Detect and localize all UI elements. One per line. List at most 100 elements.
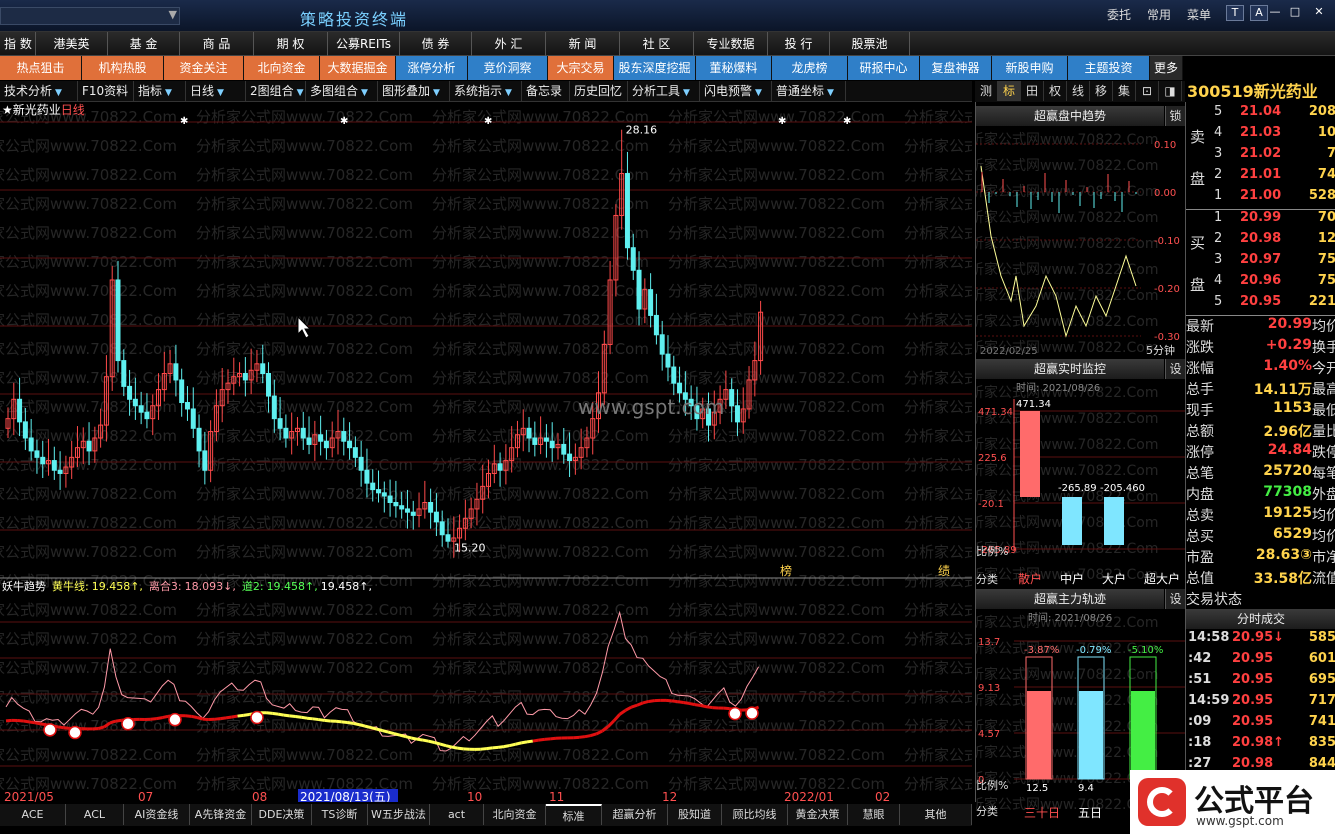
indicator-tab[interactable]: AI资金线 [124,804,190,825]
intraday-period[interactable]: 5分钟 [1146,343,1175,357]
toolbar-item[interactable]: 日线 ▼ [186,81,246,101]
toolbar-item[interactable]: F10资料 [78,81,134,101]
right-tab[interactable]: 线 [1067,81,1090,101]
feature-menu-item[interactable]: 资金关注 [164,56,244,80]
mainforce-settings-button[interactable]: 设 [1165,589,1185,609]
monitor-chart[interactable]: 分析家公式网www.70822.Com分析家公式网www.70822.Com分析… [976,379,1186,587]
sell-level-row[interactable]: 4 21.03 10 [1186,125,1335,146]
sell-level-row[interactable]: 1 21.00 528 [1186,188,1335,209]
buy-level-row[interactable]: 3 20.97 75 [1186,252,1335,273]
market-menu-item[interactable]: 港美英 [36,32,108,56]
market-menu-item[interactable]: 商 品 [180,32,254,56]
toolbar-item[interactable]: 指标 ▼ [134,81,186,101]
menu-link[interactable]: 菜单 [1187,6,1211,23]
right-tab[interactable]: ⊡ [1136,81,1159,101]
feature-menu-item[interactable]: 热点狙击 [0,56,82,80]
indicator-tab[interactable]: A先锋资金 [190,804,252,825]
tab-thirty-day[interactable]: 三十日 [1024,806,1060,820]
background-watermark: 分析家公式网www.70822.Com [196,456,413,474]
maximize-icon[interactable]: □ [1286,5,1304,21]
right-tab[interactable]: 测 [975,81,998,101]
market-menu-item[interactable]: 新 闻 [546,32,620,56]
kline-chart-svg[interactable]: 分析家公式网www.70822.Com 分析家公式网www.70822.Com 分析… [0,102,1121,804]
toolbar-item[interactable]: 系统指示 ▼ [450,81,522,101]
market-menu-item[interactable]: 债 券 [400,32,472,56]
market-menu-item[interactable]: 外 汇 [472,32,546,56]
feature-menu-item[interactable]: 新股申购 [992,56,1068,80]
market-menu-item[interactable]: 公募REITs [328,32,400,56]
indicator-tab[interactable]: 超赢分析 [602,804,668,825]
order-link[interactable]: 委托 [1107,6,1131,23]
intraday-chart[interactable]: 分析家公式网www.70822.Com 分析家公式网www.70822.Com 分析… [976,126,1186,358]
market-menu-item[interactable]: 投 行 [768,32,830,56]
right-tab[interactable]: 标 [998,81,1021,101]
indicator-tab[interactable]: W五步战法 [368,804,430,825]
toolbar-item[interactable]: 技术分析 ▼ [0,81,78,101]
feature-menu-item[interactable]: 董秘爆料 [696,56,772,80]
buy-level-row[interactable]: 4 20.96 75 [1186,273,1335,294]
right-tab[interactable]: 集 [1113,81,1136,101]
feature-menu-item[interactable]: 主题投资 [1068,56,1150,80]
chevron-down-icon: ▼ [683,88,690,98]
monitor-settings-button[interactable]: 设 [1165,359,1185,379]
feature-menu-item[interactable]: 涨停分析 [396,56,468,80]
background-watermark: 分析家公式网www.70822.Com [432,137,649,155]
toolbar-item[interactable]: 普通坐标 ▼ [772,81,846,101]
minimize-icon[interactable]: — [1266,5,1284,21]
t-button[interactable]: T [1226,5,1244,21]
indicator-tab[interactable]: ACL [66,804,124,825]
indicator-tab[interactable]: 慧眼 [848,804,900,825]
indicator-tab[interactable]: ACE [0,804,66,825]
indicator-tab[interactable]: 股知道 [668,804,722,825]
indicator-tab[interactable]: TS诊断 [312,804,368,825]
right-tab[interactable]: ◨ [1159,81,1182,101]
sell-level-row[interactable]: 3 21.02 7 [1186,146,1335,167]
buy-level-row[interactable]: 5 20.95 221 [1186,294,1335,315]
toolbar-item[interactable]: 图形叠加 ▼ [378,81,450,101]
buy-level-row[interactable]: 1 20.99 70 [1186,210,1335,231]
common-link[interactable]: 常用 [1147,6,1171,23]
feature-menu-item[interactable]: 龙虎榜 [772,56,848,80]
tab-five-day[interactable]: 五日 [1078,806,1102,820]
right-tab[interactable]: 移 [1090,81,1113,101]
feature-menu-item[interactable]: 机构热股 [82,56,164,80]
feature-menu-item[interactable]: 研报中心 [848,56,920,80]
market-menu-item[interactable]: 社 区 [620,32,694,56]
lock-button[interactable]: 锁 [1165,106,1185,126]
indicator-tab[interactable]: act [430,804,484,825]
indicator-tab[interactable]: DDE决策 [252,804,312,825]
search-combo[interactable]: ▼ [0,7,180,25]
indicator-tab[interactable]: 黄金决策 [788,804,848,825]
market-menu-item[interactable]: 专业数据 [694,32,768,56]
feature-menu-item[interactable]: 竞价洞察 [468,56,548,80]
buy-level-row[interactable]: 2 20.98 12 [1186,231,1335,252]
market-menu-item[interactable]: 期 权 [254,32,328,56]
toolbar-item[interactable]: 分析工具 ▼ [628,81,700,101]
kline-chart[interactable]: 分析家公式网www.70822.Com 分析家公式网www.70822.Com 分析… [0,102,1121,804]
indicator-tab[interactable]: 北向资金 [484,804,546,825]
toolbar-item[interactable]: 闪电预警 ▼ [700,81,772,101]
indicator-tab[interactable]: 其他 [900,804,972,825]
market-menu-item[interactable]: 基 金 [108,32,180,56]
close-icon[interactable]: ✕ [1310,5,1328,21]
toolbar-item[interactable]: 备忘录 [522,81,570,101]
right-tab[interactable]: 权 [1044,81,1067,101]
feature-menu-item[interactable]: 复盘神器 [920,56,992,80]
feature-menu-item[interactable]: 北向资金 [244,56,320,80]
toolbar-item[interactable]: 多图组合 ▼ [306,81,378,101]
sell-level-row[interactable]: 2 21.01 74 [1186,167,1335,188]
chevron-down-icon[interactable]: ▼ [169,8,177,21]
market-menu-item[interactable]: 指 数 [0,32,36,56]
indicator-tab[interactable]: 顾比均线 [722,804,788,825]
feature-menu-item[interactable]: 更多 [1150,56,1183,80]
indicator-tab[interactable]: 标准 [546,804,602,825]
background-watermark: 分析家公式网www.70822.Com [0,543,177,561]
toolbar-item[interactable]: 2图组合 ▼ [246,81,306,101]
feature-menu-item[interactable]: 大宗交易 [548,56,614,80]
market-menu-item[interactable]: 股票池 [830,32,910,56]
feature-menu-item[interactable]: 大数据掘金 [320,56,396,80]
feature-menu-item[interactable]: 股东深度挖掘 [614,56,696,80]
sell-level-row[interactable]: 5 21.04 208 [1186,104,1335,125]
right-tab[interactable]: 田 [1021,81,1044,101]
toolbar-item[interactable]: 历史回忆 [570,81,628,101]
